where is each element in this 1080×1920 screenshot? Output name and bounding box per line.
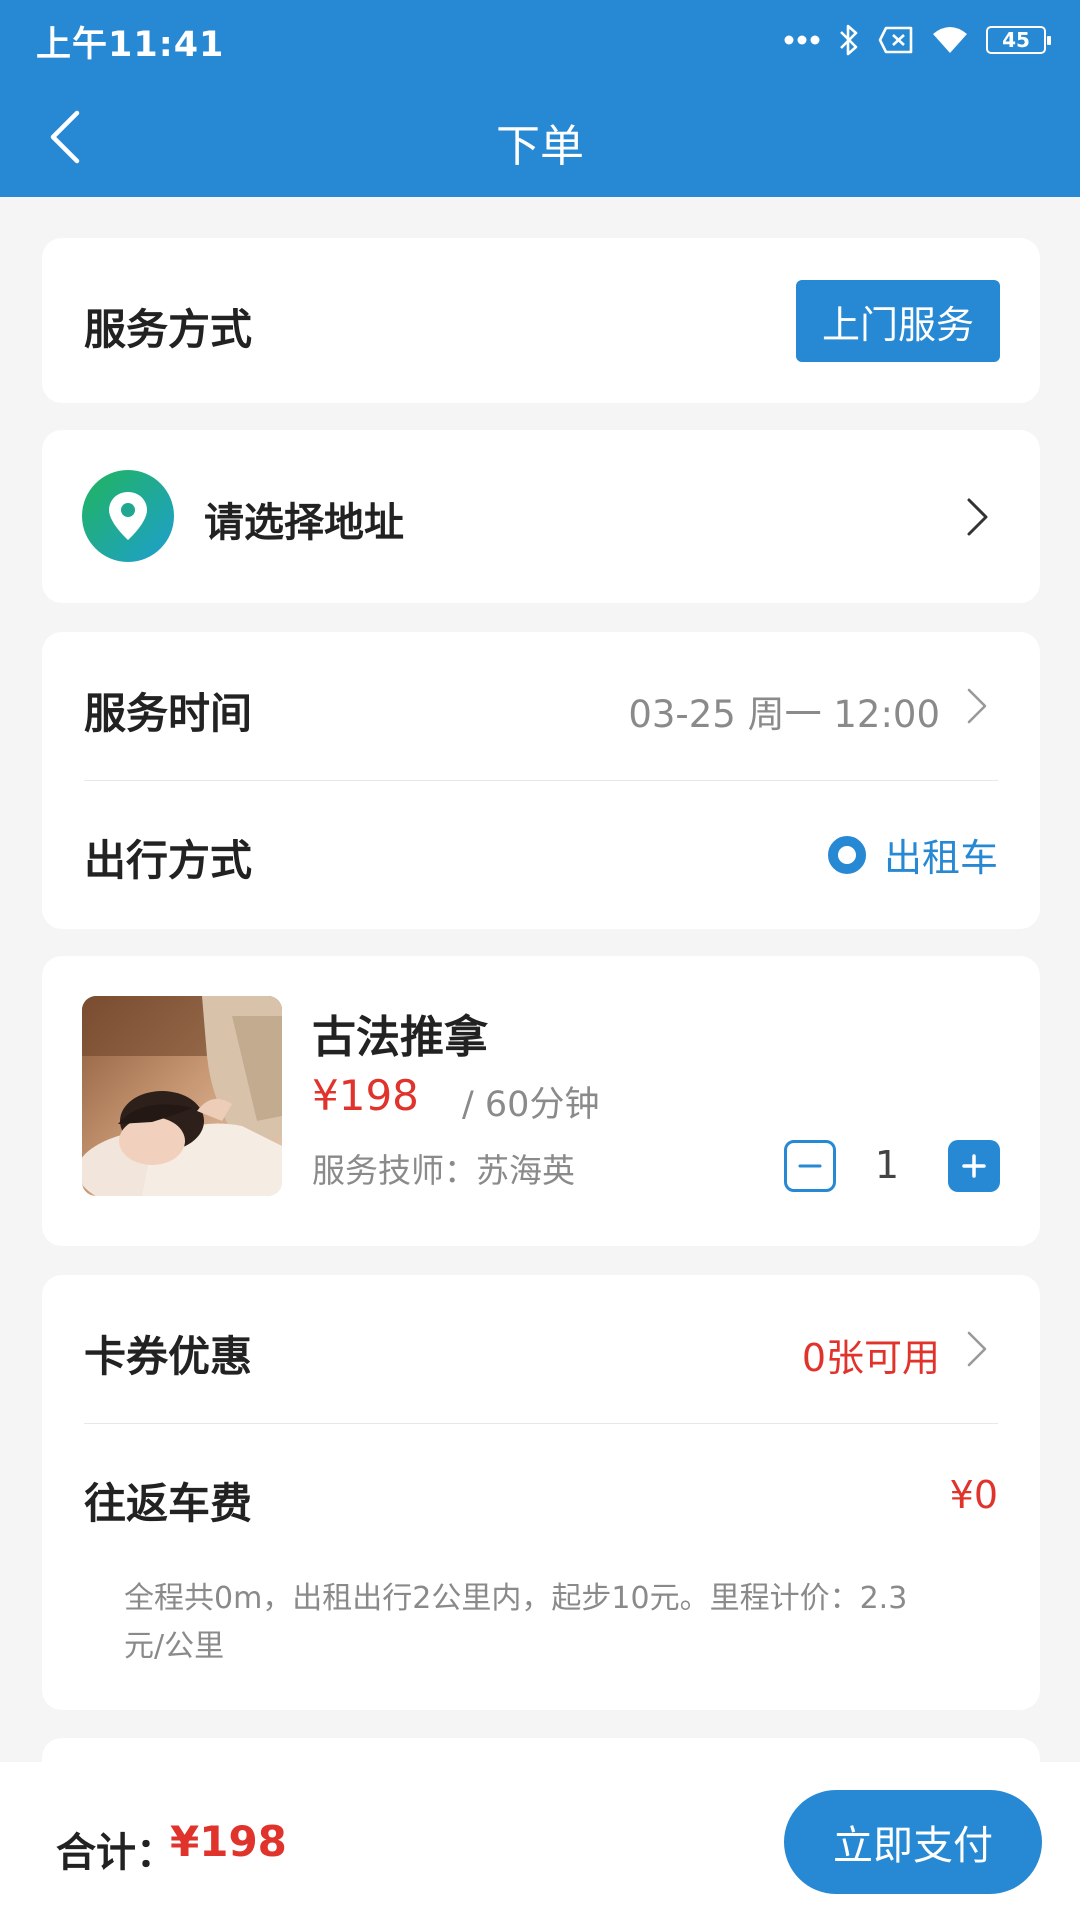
travel-option-taxi[interactable]: 出租车 — [827, 827, 998, 882]
coupon-label: 卡券优惠 — [84, 1332, 253, 1381]
status-icons: 45 — [784, 20, 1051, 60]
travel-option-label: 出租车 — [883, 836, 998, 880]
chevron-right-icon — [967, 1331, 987, 1367]
radio-selected-icon — [827, 835, 866, 874]
wifi-icon — [933, 27, 967, 53]
top-bar: 上午11:41 45 下单 — [0, 0, 1080, 197]
technician-name: 苏海英 — [476, 1151, 575, 1190]
coupon-value: 0张可用 — [801, 1336, 940, 1380]
technician-label: 服务技师： — [312, 1151, 477, 1190]
product-name: 古法推拿 — [312, 1012, 488, 1063]
nav-bar: 下单 — [0, 80, 1080, 197]
total-label: 合计： — [56, 1830, 176, 1876]
chevron-right-icon — [967, 498, 988, 536]
battery-icon: 45 — [986, 26, 1051, 54]
sim-icon — [878, 26, 913, 54]
minus-icon — [798, 1164, 822, 1168]
product-image — [82, 996, 282, 1196]
fees-card: 卡券优惠 0张可用 往返车费 ¥0 全程共0m，出租出行2公里内，起步10元。里… — [42, 1275, 1040, 1710]
service-time-row[interactable]: 服务时间 03-25 周一 12:00 — [42, 632, 1040, 780]
service-mode-card: 服务方式 上门服务 — [42, 238, 1040, 403]
decrease-quantity-button[interactable] — [784, 1140, 836, 1192]
status-bar: 上午11:41 45 — [0, 0, 1080, 80]
status-time: 上午11:41 — [36, 25, 225, 65]
signal-dots-icon — [784, 35, 820, 45]
increase-quantity-button[interactable] — [948, 1140, 1000, 1192]
chevron-right-icon — [967, 688, 987, 724]
divider — [84, 1423, 998, 1424]
schedule-card: 服务时间 03-25 周一 12:00 出行方式 出租车 — [42, 632, 1040, 929]
service-time-label: 服务时间 — [84, 689, 253, 738]
total-amount: ¥198 — [170, 1817, 287, 1866]
plus-icon — [962, 1154, 986, 1178]
bluetooth-icon — [840, 24, 858, 56]
coupon-row[interactable]: 卡券优惠 0张可用 — [42, 1275, 1040, 1423]
fare-description: 全程共0m，出租出行2公里内，起步10元。里程计价：2.3元/公里 — [124, 1581, 908, 1664]
round-trip-fare-value: ¥0 — [949, 1473, 998, 1517]
product-duration: / 60分钟 — [462, 1085, 600, 1125]
product-price: ¥198 — [312, 1071, 419, 1120]
page-title: 下单 — [496, 121, 584, 172]
divider — [84, 780, 998, 781]
travel-mode-label: 出行方式 — [84, 836, 253, 885]
door-service-button[interactable]: 上门服务 — [796, 280, 1000, 362]
pay-now-button[interactable]: 立即支付 — [784, 1790, 1042, 1894]
battery-level: 45 — [1002, 28, 1030, 52]
checkout-bar: 合计： ¥198 立即支付 — [0, 1762, 1080, 1920]
quantity-value: 1 — [874, 1143, 900, 1187]
service-mode-label: 服务方式 — [84, 305, 253, 354]
address-card[interactable]: 请选择地址 — [42, 430, 1040, 603]
product-card: 古法推拿 ¥198 / 60分钟 服务技师： 苏海英 1 — [42, 956, 1040, 1246]
address-placeholder: 请选择地址 — [204, 500, 404, 546]
location-pin-icon — [82, 470, 174, 562]
service-time-value: 03-25 周一 12:00 — [628, 693, 940, 736]
round-trip-fare-label: 往返车费 — [84, 1479, 253, 1528]
